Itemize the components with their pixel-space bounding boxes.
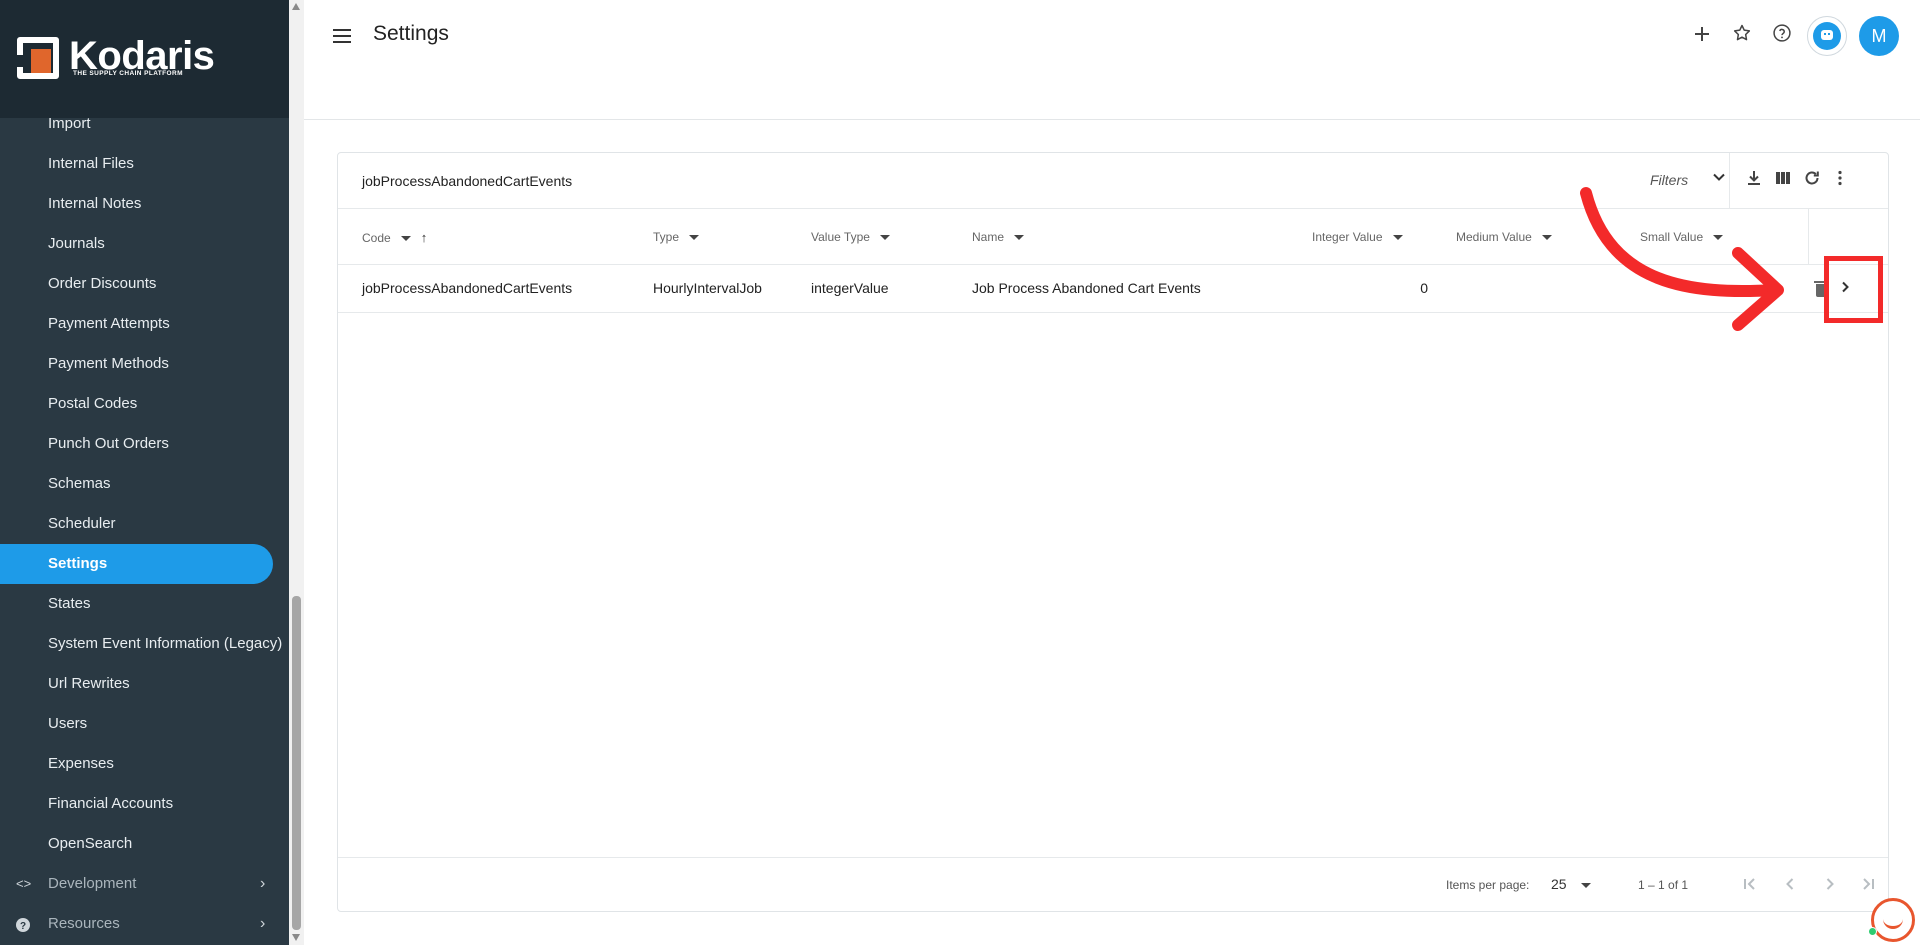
paginator: Items per page: 25 1 – 1 of 1 [338, 857, 1888, 913]
sidebar-item-payment-attempts[interactable]: Payment Attempts [0, 304, 289, 344]
sort-menu-icon[interactable] [689, 235, 700, 241]
add-icon[interactable] [1687, 22, 1717, 52]
sidebar-item-journals[interactable]: Journals [0, 224, 289, 264]
top-bar: Settings M [304, 0, 1920, 120]
sidebar-item-url-rewrites[interactable]: Url Rewrites [0, 664, 289, 704]
help-icon[interactable] [1767, 22, 1797, 52]
items-per-page-select[interactable]: 25 [1551, 876, 1591, 892]
column-header-label: Value Type [811, 230, 870, 244]
cell-code: jobProcessAbandonedCartEvents [362, 280, 573, 296]
more-vert-icon[interactable] [1828, 169, 1852, 193]
sidebar-nav: Import Internal Files Internal Notes Jou… [0, 104, 289, 944]
next-page-icon[interactable] [1818, 874, 1842, 898]
column-header-label: Name [972, 230, 1005, 244]
sidebar-item-opensearch[interactable]: OpenSearch [0, 824, 289, 864]
sidebar-item-expenses[interactable]: Expenses [0, 744, 289, 784]
chat-widget-icon[interactable] [1868, 898, 1915, 942]
sidebar-item-order-discounts[interactable]: Order Discounts [0, 264, 289, 304]
sort-menu-icon[interactable] [1541, 235, 1552, 241]
sidebar-item-internal-files[interactable]: Internal Files [0, 144, 289, 184]
sidebar-group-label: Resources [48, 915, 120, 932]
actions-column-divider [1808, 209, 1809, 265]
sidebar-item-import[interactable]: Import [0, 104, 289, 144]
menu-icon[interactable] [330, 24, 354, 48]
logo[interactable]: Kodaris THE SUPPLY CHAIN PLATFORM [0, 0, 289, 118]
sidebar-item-schemas[interactable]: Schemas [0, 464, 289, 504]
column-header-code[interactable]: Code ↑ [362, 230, 427, 245]
arrow-up-icon: ↑ [420, 230, 428, 245]
column-header-medium-value[interactable]: Medium Value [1456, 230, 1552, 244]
first-page-icon[interactable] [1738, 874, 1762, 898]
sort-menu-icon[interactable] [1392, 235, 1403, 241]
column-header-type[interactable]: Type [653, 230, 700, 244]
chevron-right-icon: › [260, 915, 266, 932]
kodaris-logo-icon [16, 37, 59, 79]
items-per-page-value: 25 [1551, 876, 1567, 892]
sidebar-item-payment-methods[interactable]: Payment Methods [0, 344, 289, 384]
dropdown-caret-icon [1580, 882, 1591, 888]
assistant-bot-icon[interactable] [1807, 16, 1847, 56]
sidebar-item-scheduler[interactable]: Scheduler [0, 504, 289, 544]
sidebar-item-internal-notes[interactable]: Internal Notes [0, 184, 289, 224]
brand-tagline: THE SUPPLY CHAIN PLATFORM [73, 70, 183, 77]
sidebar-item-states[interactable]: States [0, 584, 289, 624]
scroll-down-arrow-icon[interactable] [292, 934, 300, 941]
help-circle-icon: ? [16, 904, 30, 944]
sidebar-scrollbar[interactable] [289, 0, 304, 945]
items-per-page-label: Items per page: [1446, 878, 1530, 892]
sidebar-item-users[interactable]: Users [0, 704, 289, 744]
online-status-dot [1868, 927, 1877, 936]
sidebar-item-postal-codes[interactable]: Postal Codes [0, 384, 289, 424]
sort-menu-icon[interactable] [1014, 235, 1025, 241]
column-header-label: Integer Value [1312, 230, 1383, 244]
column-header-label: Type [653, 230, 680, 244]
last-page-icon[interactable] [1856, 874, 1880, 898]
scroll-up-arrow-icon[interactable] [292, 3, 300, 10]
code-icon: <> [16, 876, 32, 891]
sidebar-item-financial-accounts[interactable]: Financial Accounts [0, 784, 289, 824]
sort-menu-icon[interactable] [400, 236, 411, 242]
chevron-right-icon: › [260, 875, 266, 892]
scrollbar-thumb[interactable] [292, 596, 301, 930]
sidebar: Kodaris THE SUPPLY CHAIN PLATFORM Import… [0, 0, 289, 945]
refresh-icon[interactable] [1800, 169, 1824, 193]
cell-value-type: integerValue [811, 280, 889, 296]
annotation-highlight-box [1824, 256, 1883, 323]
column-header-label: Medium Value [1456, 230, 1532, 244]
column-header-value-type[interactable]: Value Type [811, 230, 890, 244]
column-header-label: Code [362, 231, 391, 245]
cell-type: HourlyIntervalJob [653, 280, 762, 296]
sidebar-item-punch-out-orders[interactable]: Punch Out Orders [0, 424, 289, 464]
cell-integer-value: 0 [1420, 280, 1428, 296]
star-icon[interactable] [1727, 22, 1757, 52]
sidebar-group-development[interactable]: <> Development › [0, 864, 289, 904]
svg-text:?: ? [20, 921, 26, 932]
previous-page-icon[interactable] [1778, 874, 1802, 898]
column-header-name[interactable]: Name [972, 230, 1025, 244]
sidebar-group-resources[interactable]: ? Resources › [0, 904, 289, 944]
sidebar-group-label: Development [48, 875, 137, 892]
avatar[interactable]: M [1859, 16, 1899, 56]
sidebar-item-system-event-information[interactable]: System Event Information (Legacy) [0, 624, 289, 664]
sidebar-item-settings[interactable]: Settings [0, 544, 273, 584]
page-range-label: 1 – 1 of 1 [1638, 878, 1689, 892]
column-header-integer-value[interactable]: Integer Value [1312, 230, 1403, 244]
sort-menu-icon[interactable] [879, 235, 890, 241]
table-title: jobProcessAbandonedCartEvents [362, 173, 573, 189]
annotation-arrow-icon [1580, 187, 1784, 331]
page-title: Settings [373, 22, 449, 45]
cell-name: Job Process Abandoned Cart Events [972, 280, 1201, 296]
